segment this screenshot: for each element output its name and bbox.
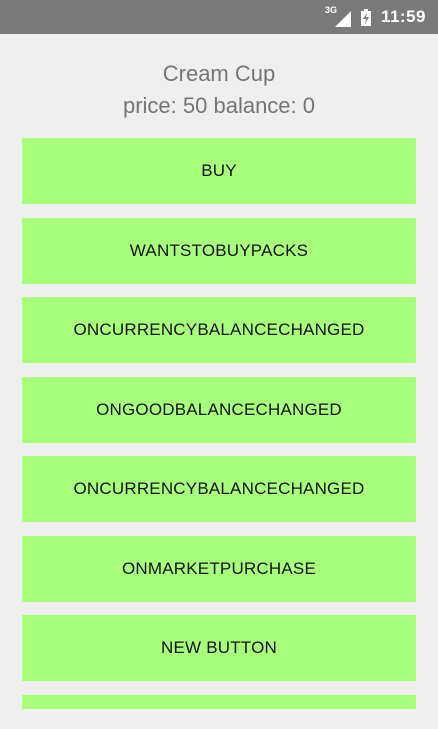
battery-charging-icon: [360, 8, 371, 26]
buy-button[interactable]: BUY: [22, 138, 416, 204]
on-currency-balance-changed-button[interactable]: ONCURRENCYBALANCECHANGED: [22, 297, 416, 363]
on-market-purchase-button[interactable]: ONMARKETPURCHASE: [22, 535, 416, 602]
item-header: Cream Cup price: 50 balance: 0: [0, 58, 438, 122]
item-name: Cream Cup: [162, 61, 276, 86]
signal-icon: [334, 11, 351, 27]
status-bar: 3G 11:59: [0, 0, 438, 34]
network-indicator: 3G: [325, 5, 351, 27]
button-list[interactable]: BUY WANTSTOBUYPACKS ONCURRENCYBALANCECHA…: [22, 138, 416, 709]
on-currency-balance-changed-button-2[interactable]: ONCURRENCYBALANCECHANGED: [22, 456, 416, 522]
new-button[interactable]: NEW BUTTON: [22, 615, 416, 681]
clock: 11:59: [380, 7, 426, 26]
partial-button[interactable]: [22, 694, 416, 709]
item-price-balance: price: 50 balance: 0: [122, 93, 316, 118]
wants-to-buy-packs-button[interactable]: WANTSTOBUYPACKS: [22, 217, 416, 284]
on-good-balance-changed-button[interactable]: ONGOODBALANCECHANGED: [22, 376, 416, 443]
